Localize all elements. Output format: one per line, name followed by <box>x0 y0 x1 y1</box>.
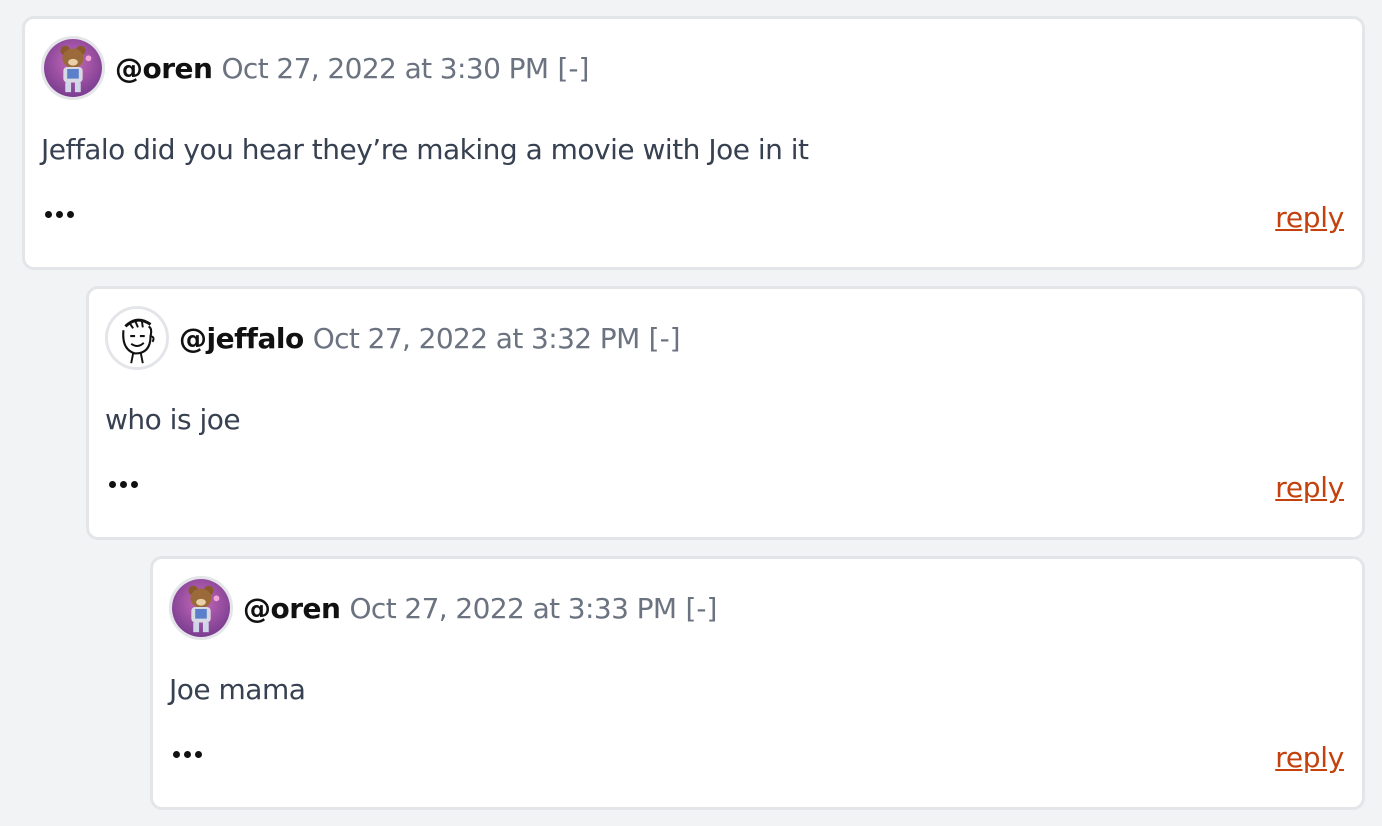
comment-card: @oren Oct 27, 2022 at 3:33 PM [-] Joe ma… <box>150 556 1365 810</box>
comment-card: @oren Oct 27, 2022 at 3:30 PM [-] Jeffal… <box>22 16 1365 270</box>
collapse-toggle[interactable]: [-] <box>557 52 589 85</box>
timestamp: Oct 27, 2022 at 3:33 PM <box>349 591 677 625</box>
reply-link[interactable]: reply <box>1275 471 1344 504</box>
comment-card: @jeffalo Oct 27, 2022 at 3:32 PM [-] who… <box>86 286 1365 540</box>
username[interactable]: @jeffalo <box>179 322 304 355</box>
comment-header: @jeffalo Oct 27, 2022 at 3:32 PM [-] <box>105 306 681 370</box>
comment-header: @oren Oct 27, 2022 at 3:30 PM [-] <box>41 36 589 100</box>
bear-avatar-icon[interactable] <box>169 576 233 640</box>
collapse-toggle[interactable]: [-] <box>649 322 681 355</box>
collapse-toggle[interactable]: [-] <box>685 592 717 625</box>
bear-avatar-icon[interactable] <box>41 36 105 100</box>
username[interactable]: @oren <box>115 52 213 85</box>
reply-link[interactable]: reply <box>1275 201 1344 234</box>
cartoon-face-avatar-icon[interactable] <box>105 306 169 370</box>
comment-text: Joe mama <box>169 673 306 706</box>
reply-link[interactable]: reply <box>1275 741 1344 774</box>
more-options-icon[interactable] <box>173 751 202 758</box>
comment-text: who is joe <box>105 403 241 436</box>
more-options-icon[interactable] <box>109 481 138 488</box>
timestamp: Oct 27, 2022 at 3:32 PM <box>312 321 641 355</box>
username[interactable]: @oren <box>243 592 341 625</box>
comment-header: @oren Oct 27, 2022 at 3:33 PM [-] <box>169 576 717 640</box>
more-options-icon[interactable] <box>45 211 74 218</box>
timestamp: Oct 27, 2022 at 3:30 PM <box>221 51 549 85</box>
comment-text: Jeffalo did you hear they’re making a mo… <box>41 133 809 166</box>
